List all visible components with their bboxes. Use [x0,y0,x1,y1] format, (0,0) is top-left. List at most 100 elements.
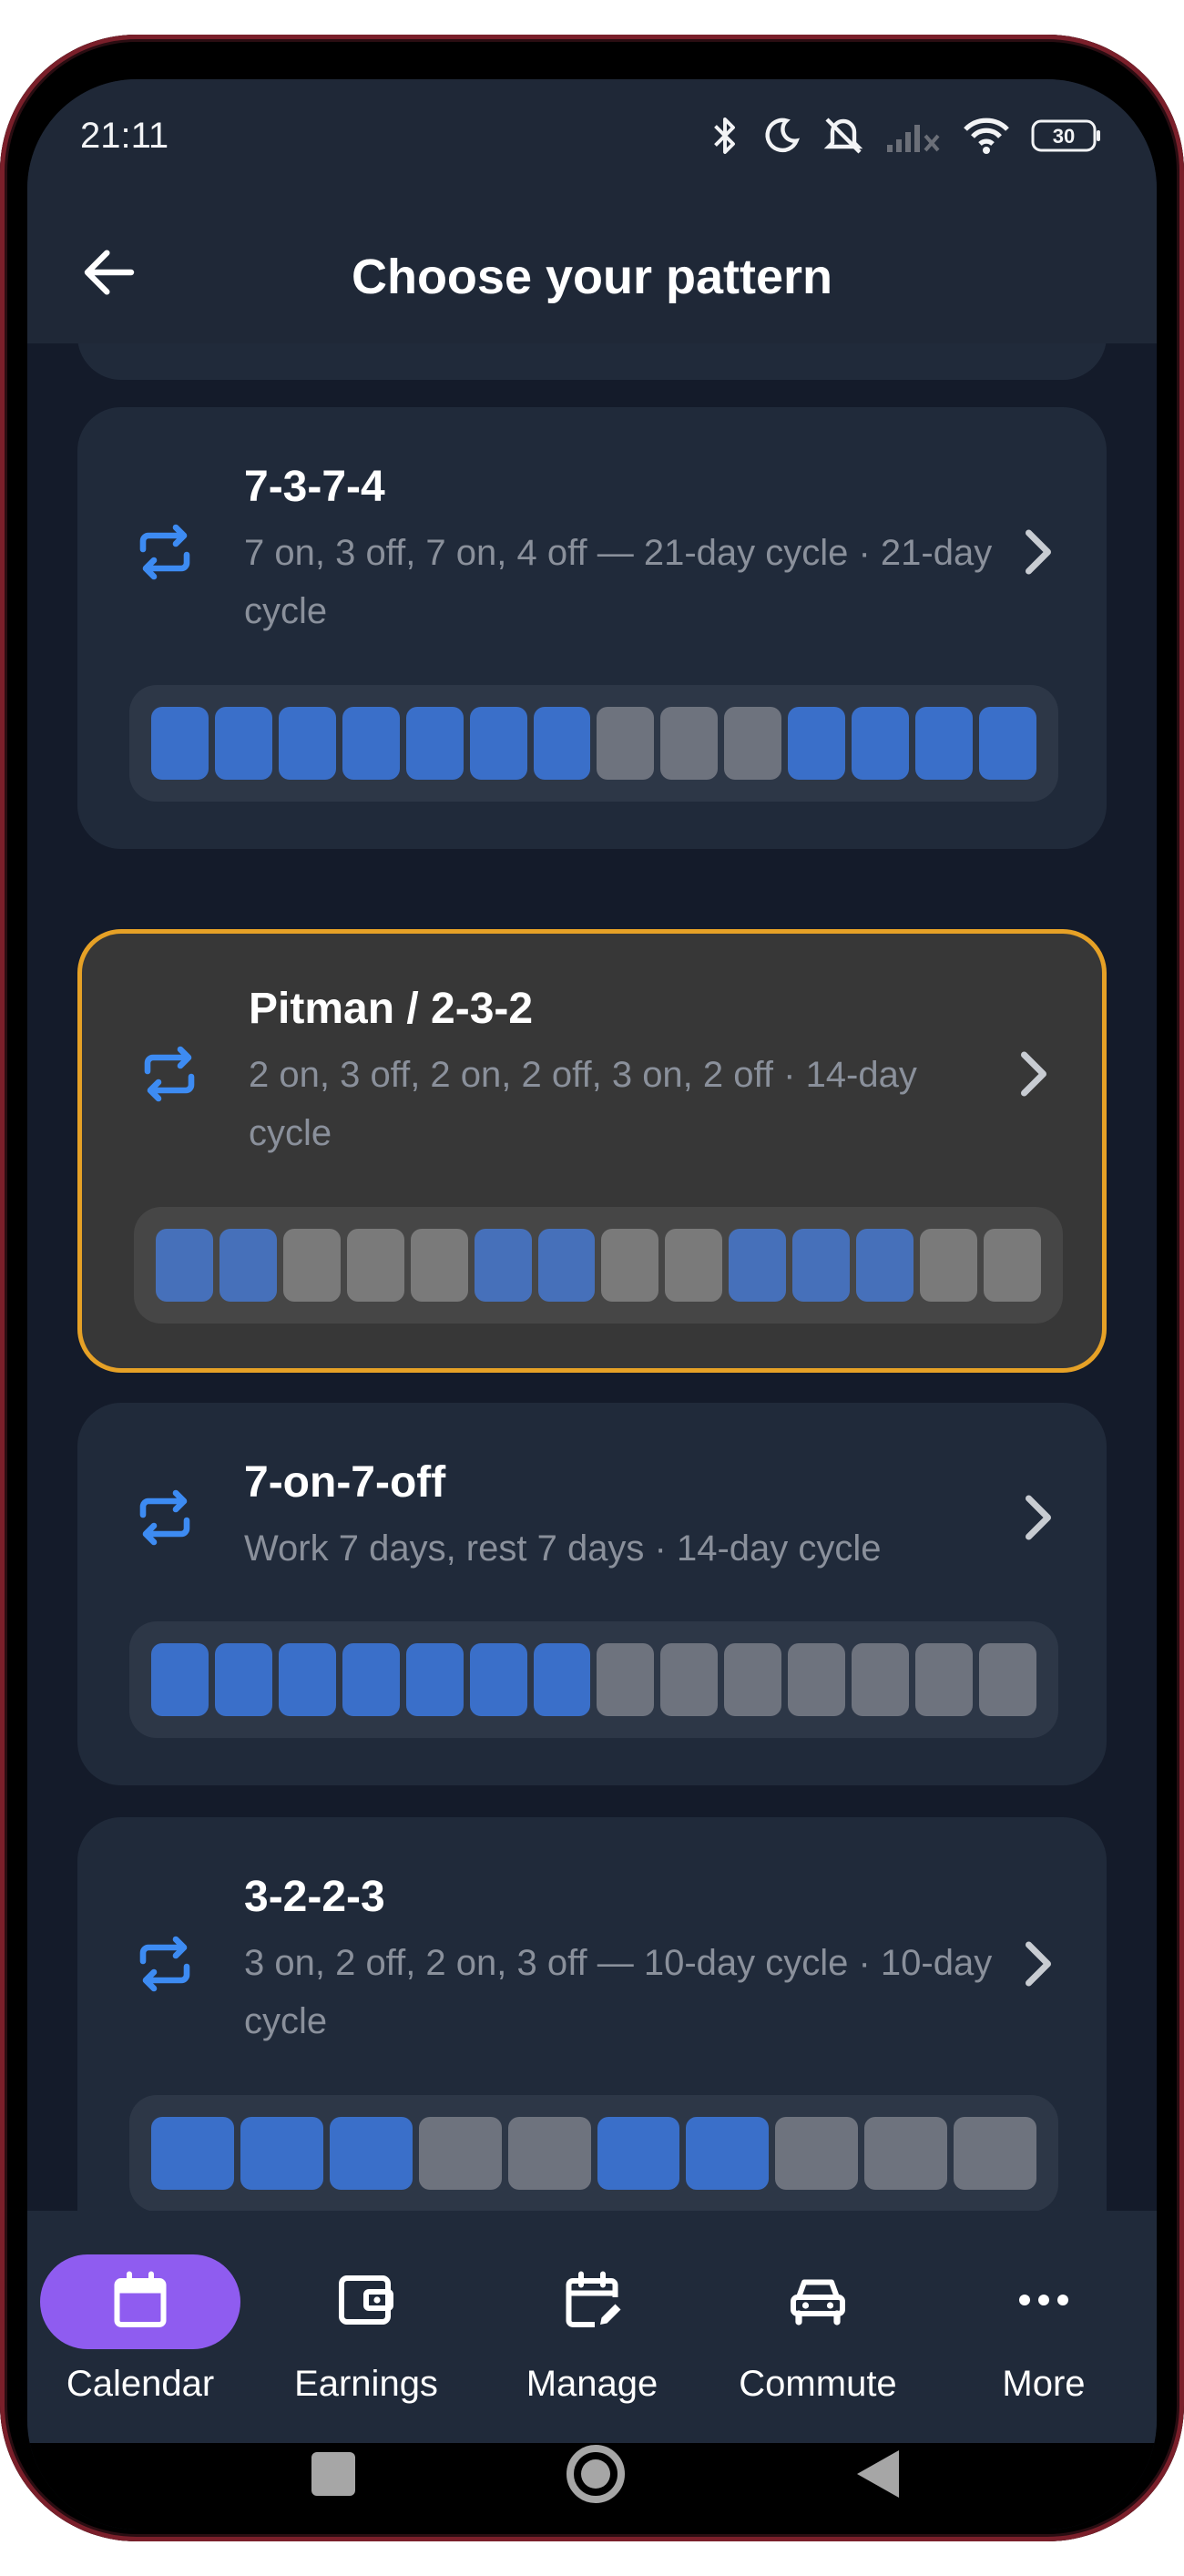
calendar-icon [114,2271,167,2327]
chevron-right-icon [1026,1941,1051,1987]
work-day-cell [537,1229,596,1302]
work-day-cell [151,2117,234,2190]
pattern-name: Pitman / 2-3-2 [249,985,534,1033]
work-day-cell [214,707,272,780]
bottom-navigation: Calendar Earnings Manage Commute More [27,2211,1157,2443]
pattern-name: 7-3-7-4 [244,463,385,511]
off-day-cell [597,707,655,780]
work-day-cell [342,707,400,780]
work-day-cell [788,707,846,780]
day-cells [151,1643,1036,1716]
off-day-cell [788,1643,846,1716]
work-day-cell [792,1229,851,1302]
work-day-cell [474,1229,532,1302]
nav-item-earnings[interactable]: Earnings [253,2211,479,2443]
pattern-card[interactable]: 7-on-7-off Work 7 days, rest 7 days · 14… [77,1403,1107,1785]
calendar-edit-icon [566,2271,621,2327]
work-day-cell [533,707,591,780]
back-triangle-button[interactable] [852,2447,903,2501]
off-day-cell [660,1643,719,1716]
off-day-cell [601,1229,659,1302]
work-day-cell [342,1643,400,1716]
off-day-cell [660,707,719,780]
nav-label: Manage [526,2364,658,2404]
moon-icon [765,118,801,153]
status-bar: 21:11 30 [27,79,1157,198]
day-cells [151,2117,1037,2190]
status-time: 21:11 [80,116,169,156]
nav-item-manage[interactable]: Manage [479,2211,705,2443]
off-day-cell [410,1229,468,1302]
work-day-cell [469,707,527,780]
work-day-cell [156,1229,213,1302]
chevron-right-icon [1026,529,1051,575]
wallet-icon [339,2275,393,2325]
cycle-preview [129,2095,1058,2211]
home-button[interactable] [565,2443,627,2505]
nav-label: Calendar [66,2364,215,2404]
nav-item-more[interactable]: More [931,2211,1157,2443]
work-day-cell [278,707,336,780]
work-day-cell [278,1643,336,1716]
cycle-preview [134,1207,1063,1324]
work-day-cell [219,1229,277,1302]
work-day-cell [405,1643,464,1716]
off-day-cell [418,2117,502,2190]
pattern-description: Work 7 days, rest 7 days · 14-day cycle [244,1528,882,1569]
off-day-cell [954,2117,1037,2190]
cycle-preview [129,685,1058,802]
off-day-cell [864,2117,948,2190]
work-day-cell [597,2117,680,2190]
off-day-cell [724,1643,782,1716]
off-day-cell [507,2117,591,2190]
work-day-cell [329,2117,413,2190]
off-day-cell [978,1643,1036,1716]
off-day-cell [724,707,782,780]
work-day-cell [915,707,973,780]
battery-icon: 30 [1031,119,1100,152]
off-day-cell [775,2117,859,2190]
work-day-cell [469,1643,527,1716]
nav-item-commute[interactable]: Commute [705,2211,931,2443]
pattern-card-partial[interactable] [77,343,1107,380]
pattern-description: 2 on, 3 off, 2 on, 2 off, 3 on, 2 off · … [249,1055,917,1153]
battery-level: 30 [1053,125,1075,148]
nav-label: More [1002,2364,1086,2404]
pattern-card[interactable]: 3-2-2-3 3 on, 2 off, 2 on, 3 off — 10-da… [77,1817,1107,2211]
off-day-cell [915,1643,973,1716]
work-day-cell [405,707,464,780]
off-day-cell [920,1229,977,1302]
repeat-icon [144,1046,195,1102]
pattern-card-selected[interactable]: Pitman / 2-3-2 2 on, 3 off, 2 on, 2 off,… [77,929,1107,1373]
mute-icon [823,118,863,154]
system-navigation-bar [27,2443,1157,2530]
pattern-name: 3-2-2-3 [244,1873,385,1921]
chevron-right-icon [1026,1495,1051,1540]
pattern-description: 3 on, 2 off, 2 on, 3 off — 10-day cycle … [244,1943,993,2041]
phone-frame: 21:11 30 Choose your pattern 7-3-7-4 7 o… [0,35,1184,2541]
off-day-cell [597,1643,655,1716]
repeat-icon [139,1936,190,1992]
signal-icon [887,125,940,152]
nav-label: Earnings [294,2364,438,2404]
recents-button[interactable] [311,2452,355,2496]
work-day-cell [151,707,209,780]
pattern-name: 7-on-7-off [244,1458,446,1507]
pattern-description: 7 on, 3 off, 7 on, 4 off — 21-day cycle … [244,533,993,631]
pattern-list[interactable]: 7-3-7-4 7 on, 3 off, 7 on, 4 off — 21-da… [27,343,1157,2211]
page-title: Choose your pattern [351,250,833,304]
day-cells [156,1229,1041,1302]
work-day-cell [240,2117,323,2190]
car-icon [791,2279,845,2326]
work-day-cell [214,1643,272,1716]
wifi-icon [964,118,1009,154]
off-day-cell [282,1229,341,1302]
work-day-cell [852,707,910,780]
off-day-cell [346,1229,404,1302]
repeat-icon [139,524,190,580]
work-day-cell [533,1643,591,1716]
nav-item-calendar[interactable]: Calendar [27,2211,253,2443]
pattern-card[interactable]: 7-3-7-4 7 on, 3 off, 7 on, 4 off — 21-da… [77,407,1107,849]
work-day-cell [856,1229,914,1302]
more-horizontal-icon [1019,2295,1068,2305]
